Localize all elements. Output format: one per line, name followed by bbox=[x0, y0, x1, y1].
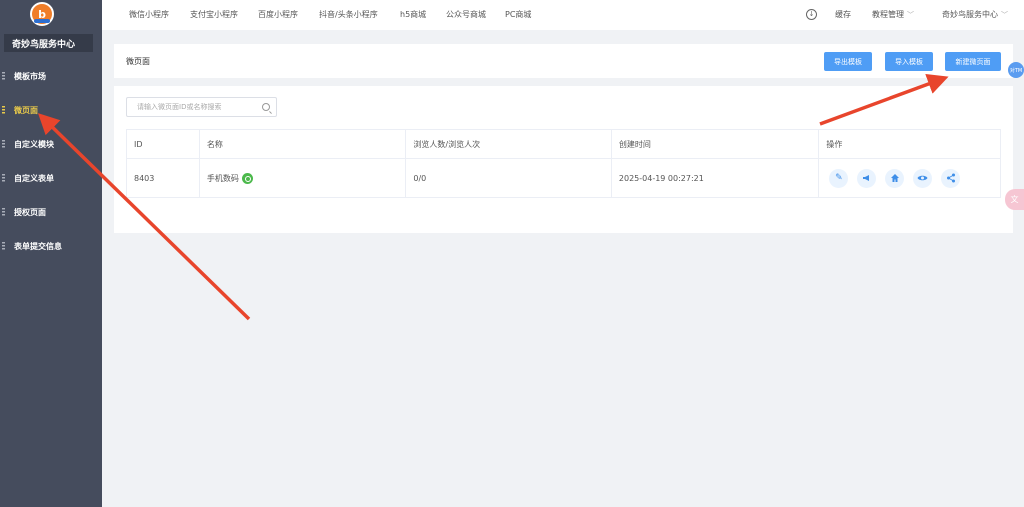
cell-name: 手机数码 bbox=[200, 159, 407, 197]
floating-badge[interactable]: 对TM bbox=[1008, 62, 1024, 78]
sidebar-item-form-submissions[interactable]: 表单提交信息 bbox=[0, 236, 102, 256]
grip-icon bbox=[2, 208, 5, 216]
sidebar-item-custom-form[interactable]: 自定义表单 bbox=[0, 168, 102, 188]
create-micro-page-button[interactable]: 新建微页面 bbox=[945, 52, 1001, 71]
sidebar-item-auth-page[interactable]: 授权页面 bbox=[0, 202, 102, 222]
grip-icon bbox=[2, 174, 5, 182]
search-input[interactable]: 请输入微页面ID或名称搜索 bbox=[126, 97, 277, 117]
topbar: 微信小程序 支付宝小程序 百度小程序 抖音/头条小程序 h5商城 公众号商城 P… bbox=[102, 0, 1024, 30]
top-link-douyin-mini[interactable]: 抖音/头条小程序 bbox=[319, 9, 378, 20]
cell-views: 0/0 bbox=[406, 159, 612, 197]
tutorial-label: 教程管理 bbox=[872, 10, 904, 19]
home-icon[interactable] bbox=[885, 168, 905, 188]
eye-icon[interactable] bbox=[913, 168, 933, 188]
cell-id: 8403 bbox=[127, 159, 200, 197]
edit-icon[interactable]: ✎ bbox=[829, 168, 849, 188]
column-header-views: 浏览人数/浏览人次 bbox=[406, 130, 612, 158]
sidebar-item-label: 表单提交信息 bbox=[14, 241, 62, 251]
sidebar-item-label: 自定义模块 bbox=[14, 139, 54, 149]
download-icon[interactable]: ↓ bbox=[806, 9, 817, 20]
sidebar-item-label: 微页面 bbox=[14, 105, 38, 115]
top-link-alipay-mini[interactable]: 支付宝小程序 bbox=[190, 9, 238, 20]
sidebar: b 奇妙鸟服务中心 模板市场 微页面 自定义模块 自定义表单 授权页面 表单提交… bbox=[0, 0, 102, 507]
page-header: 微页面 导出模板 导入模板 新建微页面 bbox=[114, 44, 1013, 78]
column-header-actions: 操作 bbox=[826, 139, 843, 149]
megaphone-icon[interactable] bbox=[857, 168, 877, 188]
translate-tab[interactable]: 文 bbox=[1005, 189, 1024, 210]
cache-button[interactable]: 缓存 bbox=[835, 9, 851, 20]
top-link-official-mall[interactable]: 公众号商城 bbox=[446, 9, 486, 20]
table-row: 8403 手机数码 0/0 2025-04-19 00:27:21 ✎ bbox=[127, 159, 1000, 197]
page-title: 微页面 bbox=[126, 57, 150, 66]
chevron-down-icon: ﹀ bbox=[907, 11, 914, 19]
brand-name: 奇妙鸟服务中心 bbox=[4, 34, 93, 52]
top-link-pc-mall[interactable]: PC商城 bbox=[505, 9, 531, 20]
sidebar-item-label: 自定义表单 bbox=[14, 173, 54, 183]
page-name: 手机数码 bbox=[206, 173, 239, 183]
account-label: 奇妙鸟服务中心 bbox=[942, 10, 998, 19]
export-template-button[interactable]: 导出模板 bbox=[824, 52, 872, 71]
table-header-row: ID 名称 浏览人数/浏览人次 创建时间 操作 bbox=[127, 130, 1000, 159]
content-panel: 请输入微页面ID或名称搜索 ID 名称 浏览人数/浏览人次 创建时间 操作 84… bbox=[114, 86, 1013, 233]
top-link-baidu-mini[interactable]: 百度小程序 bbox=[258, 9, 298, 20]
share-icon[interactable] bbox=[941, 168, 961, 188]
sidebar-item-micro-page[interactable]: 微页面 bbox=[0, 100, 102, 120]
column-header-id: ID bbox=[127, 130, 200, 158]
cell-actions: ✎ bbox=[819, 159, 1000, 197]
search-placeholder: 请输入微页面ID或名称搜索 bbox=[137, 103, 222, 111]
top-link-wechat-mini[interactable]: 微信小程序 bbox=[129, 9, 169, 20]
top-link-h5-mall[interactable]: h5商城 bbox=[400, 9, 426, 20]
micro-page-table: ID 名称 浏览人数/浏览人次 创建时间 操作 8403 手机数码 0/0 20… bbox=[126, 129, 1001, 198]
search-icon[interactable] bbox=[262, 103, 270, 111]
link-icon[interactable] bbox=[241, 172, 253, 184]
column-header-created: 创建时间 bbox=[612, 130, 820, 158]
grip-icon bbox=[2, 140, 5, 148]
tutorial-menu[interactable]: 教程管理 ﹀ bbox=[872, 9, 914, 20]
grip-icon bbox=[2, 72, 5, 80]
column-header-name: 名称 bbox=[200, 130, 407, 158]
account-menu[interactable]: 奇妙鸟服务中心 ﹀ bbox=[942, 9, 1008, 20]
sidebar-item-custom-module[interactable]: 自定义模块 bbox=[0, 134, 102, 154]
grip-icon bbox=[2, 242, 5, 250]
grip-icon bbox=[2, 106, 5, 114]
chevron-down-icon: ﹀ bbox=[1001, 11, 1008, 19]
sidebar-item-label: 授权页面 bbox=[14, 207, 46, 217]
sidebar-item-label: 模板市场 bbox=[14, 71, 46, 81]
logo-strip bbox=[34, 19, 50, 23]
sidebar-item-template-market[interactable]: 模板市场 bbox=[0, 66, 102, 86]
cell-created: 2025-04-19 00:27:21 bbox=[612, 159, 820, 197]
import-template-button[interactable]: 导入模板 bbox=[885, 52, 933, 71]
